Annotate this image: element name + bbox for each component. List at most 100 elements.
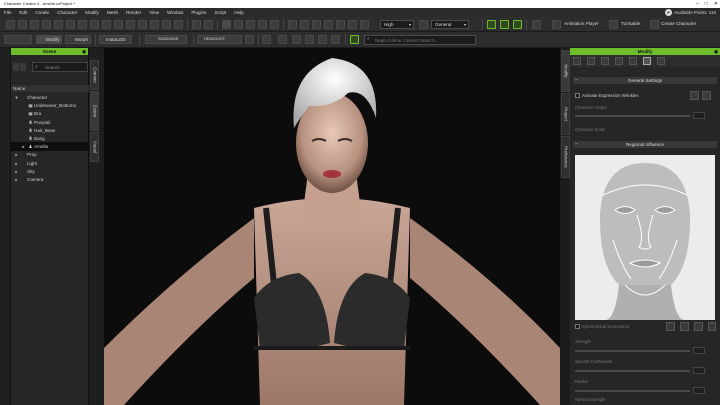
tab-visual[interactable]: Visual <box>90 132 99 162</box>
physics-tab-icon[interactable] <box>657 57 665 65</box>
send-to-omniverse-icon[interactable] <box>174 20 183 29</box>
pan-icon[interactable] <box>312 20 321 29</box>
turntable-icon[interactable] <box>609 20 618 29</box>
menu-file[interactable]: File <box>0 10 15 15</box>
gear-icon[interactable] <box>278 35 287 44</box>
menu-mesh[interactable]: Mesh <box>103 10 122 15</box>
tab-content[interactable]: Content <box>90 60 99 90</box>
camera-switch-icon[interactable] <box>336 20 345 29</box>
scale-tool-icon[interactable] <box>258 20 267 29</box>
add-icon[interactable] <box>318 35 327 44</box>
modify-mode-button[interactable]: Modify <box>36 35 62 44</box>
create-character-button[interactable]: Create Character <box>661 21 696 26</box>
upload-icon[interactable] <box>292 35 301 44</box>
new-project-icon[interactable] <box>6 20 15 29</box>
render-preset-icon[interactable] <box>419 20 428 29</box>
region-tool-button-4[interactable] <box>708 322 716 331</box>
menu-edit[interactable]: Edit <box>15 10 31 15</box>
tab-project[interactable]: Project <box>561 93 570 135</box>
export-icon[interactable] <box>54 20 63 29</box>
send-to-blender-icon[interactable] <box>126 20 135 29</box>
region-tool-button-1[interactable] <box>666 322 675 331</box>
green-layout-icon-2[interactable] <box>500 20 509 29</box>
expression-options-button[interactable] <box>690 91 699 100</box>
send-to-unity-icon[interactable] <box>138 20 147 29</box>
collapse-icon[interactable]: − <box>575 77 578 84</box>
headshot-icon[interactable] <box>532 20 541 29</box>
activate-expression-checkbox[interactable] <box>575 93 580 98</box>
close-window-button[interactable]: ✕ <box>714 0 718 8</box>
menu-modify[interactable]: Modify <box>81 10 103 15</box>
texture-tab-icon[interactable] <box>629 57 637 65</box>
link-icon[interactable] <box>305 35 314 44</box>
expression-reset-button[interactable] <box>702 91 711 100</box>
redo-icon[interactable] <box>204 20 213 29</box>
character-height-input[interactable] <box>693 112 705 119</box>
regional-influence-header[interactable]: − Regional Influence <box>573 141 717 148</box>
home-camera-icon[interactable] <box>288 20 297 29</box>
symmetrical-expression-row[interactable]: Symmetrical Expression <box>575 324 629 329</box>
3d-viewport[interactable] <box>104 48 560 405</box>
minimize-button[interactable]: – <box>696 0 699 8</box>
tree-expand-icon[interactable]: ▸ <box>13 175 20 184</box>
tab-scene[interactable]: Scene <box>90 91 99 131</box>
menu-render[interactable]: Render <box>122 10 145 15</box>
available-points[interactable]: P Available Points 116 <box>665 9 716 16</box>
save-project-icon[interactable] <box>30 20 39 29</box>
green-layout-icon-3[interactable] <box>513 20 522 29</box>
face-tools-icon[interactable] <box>262 35 271 44</box>
animation-player-button[interactable]: Animation Player <box>564 21 599 26</box>
scene-search-input[interactable]: Search <box>32 62 88 72</box>
export-usd-icon[interactable] <box>90 20 99 29</box>
preset-dropdown[interactable]: General ▾ <box>431 20 469 29</box>
smooth-input[interactable] <box>693 367 705 374</box>
subdivide-button[interactable]: SUBDIVIDE <box>145 35 187 44</box>
open-project-icon[interactable] <box>18 20 27 29</box>
close-icon[interactable]: ◉ <box>714 48 718 55</box>
menu-help[interactable]: Help <box>230 10 247 15</box>
region-tool-button-2[interactable] <box>680 322 689 331</box>
green-layout-icon-1[interactable] <box>487 20 496 29</box>
menu-create[interactable]: Create <box>31 10 53 15</box>
send-to-maya-icon[interactable] <box>150 20 159 29</box>
send-to-iclone-icon[interactable] <box>102 20 111 29</box>
headshot-button[interactable]: HEADSHOT <box>197 35 242 44</box>
radius-input[interactable] <box>693 387 705 394</box>
scene-tool-icon-1[interactable] <box>13 63 19 71</box>
scene-tool-icon-2[interactable] <box>20 63 26 71</box>
create-character-icon[interactable] <box>650 20 659 29</box>
smart-search-icon[interactable] <box>350 35 359 44</box>
quality-dropdown[interactable]: High ▾ <box>380 20 414 29</box>
strength-input[interactable] <box>693 347 705 354</box>
character-height-slider[interactable] <box>575 115 690 117</box>
menu-character[interactable]: Character <box>53 10 81 15</box>
undo-icon[interactable] <box>192 20 201 29</box>
motion-tab-icon[interactable] <box>587 57 595 65</box>
export-fbx-icon[interactable] <box>66 20 75 29</box>
smooth-slider[interactable] <box>575 370 690 372</box>
send-to-unreal-icon[interactable] <box>114 20 123 29</box>
move-tool-icon[interactable] <box>234 20 243 29</box>
send-to-3dsmax-icon[interactable] <box>162 20 171 29</box>
morph-mode-button[interactable]: Morph <box>65 35 91 44</box>
rotate-tool-icon[interactable] <box>246 20 255 29</box>
close-icon[interactable]: ◉ <box>82 48 86 55</box>
face-tab-icon[interactable] <box>643 57 651 65</box>
zoom-icon[interactable] <box>300 20 309 29</box>
export-obj-icon[interactable] <box>78 20 87 29</box>
menu-window[interactable]: Window <box>163 10 187 15</box>
region-tool-button-3[interactable] <box>694 322 703 331</box>
menu-script[interactable]: Script <box>210 10 230 15</box>
select-tool-icon[interactable] <box>222 20 231 29</box>
content-search-input[interactable]: Begin Online Content Search... <box>364 35 476 45</box>
turntable-button[interactable]: Turntable <box>621 21 640 26</box>
tab-preference[interactable]: Preference <box>561 136 570 178</box>
settings-wheel-icon[interactable] <box>331 35 340 44</box>
tab-modify[interactable]: Modify <box>561 50 570 92</box>
pose-tab-icon[interactable] <box>601 57 609 65</box>
orbit-icon[interactable] <box>324 20 333 29</box>
attributes-tab-icon[interactable] <box>573 57 581 65</box>
activate-expression-row[interactable]: Activate Expression Wrinkles <box>575 93 639 98</box>
symmetrical-expression-checkbox[interactable] <box>575 324 580 329</box>
strength-slider[interactable] <box>575 350 690 352</box>
